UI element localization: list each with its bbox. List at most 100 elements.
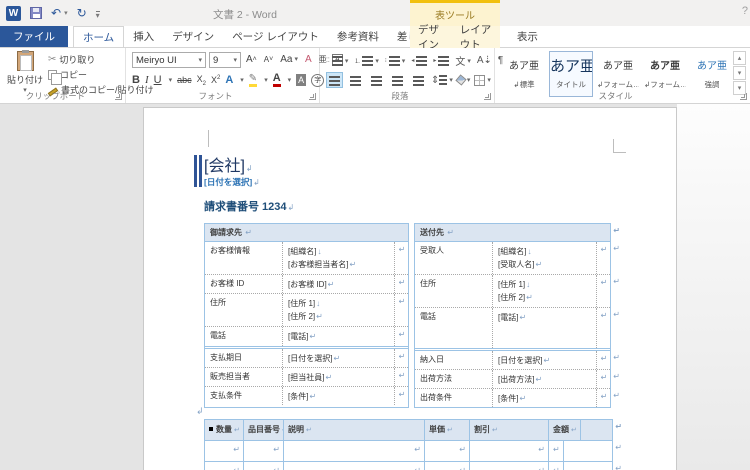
grow-font-button[interactable]: A˄ <box>244 53 259 67</box>
cell-end-mark: ↵ <box>526 293 533 302</box>
row-value[interactable]: [お客様 ID]↵ <box>283 275 395 293</box>
decrease-indent-button[interactable]: ◂ <box>411 56 427 66</box>
styles-dialog-launcher[interactable] <box>740 93 747 100</box>
items-cell[interactable]: ↵ <box>549 462 564 470</box>
font-color-button[interactable]: A <box>273 73 281 87</box>
row-value[interactable]: [組織名]↓[お客様担当者名]↵ <box>283 242 395 274</box>
undo-icon[interactable]: ↶ <box>51 6 61 20</box>
tab-view[interactable]: 表示 <box>508 26 547 47</box>
items-cell[interactable]: ↵ <box>284 441 425 461</box>
date-placeholder[interactable]: [日付を選択]↲ <box>204 176 260 188</box>
row-value[interactable]: [電話]↵ <box>493 308 597 348</box>
tab-table-layout[interactable]: レイアウト <box>452 26 500 48</box>
customize-qat-icon[interactable]: ▾ <box>96 11 100 19</box>
style-gallery-up-icon[interactable]: ▴ <box>733 51 746 65</box>
row-value[interactable]: [条件]↵ <box>493 389 597 407</box>
row-value[interactable]: [住所 1]↓[住所 2]↵ <box>283 294 395 326</box>
underline-button[interactable]: U <box>154 74 162 86</box>
font-size-combo[interactable]: 9▾ <box>209 52 241 68</box>
items-empty-row[interactable]: ↵↵↵↵↵↵↵ <box>205 461 612 470</box>
cell-end-mark: ↵ <box>309 392 316 401</box>
row-value[interactable]: [住所 1]↓[住所 2]↵ <box>493 275 597 307</box>
row-value[interactable]: [条件]↵ <box>283 387 395 405</box>
items-cell[interactable]: ↵ <box>284 462 425 470</box>
font-dialog-launcher[interactable] <box>309 93 316 100</box>
tab-home[interactable]: ホーム <box>73 26 124 47</box>
table-section-header: 送付先 ↵↵ <box>415 224 610 242</box>
subscript-button[interactable]: X2 <box>197 74 206 87</box>
align-center-button[interactable] <box>347 72 364 88</box>
paragraph-group-label: 段落 <box>320 90 480 102</box>
bill-to-table[interactable]: 御請求先 ↵お客様情報[組織名]↓[お客様担当者名]↵↵お客様 ID[お客様 I… <box>204 223 409 408</box>
items-cell[interactable]: ↵ <box>549 441 564 461</box>
distribute-button[interactable] <box>410 72 427 88</box>
change-case-button[interactable]: Aa▾ <box>278 53 300 67</box>
items-cell[interactable]: ↵ <box>425 441 470 461</box>
items-cell[interactable]: ↵ <box>205 441 244 461</box>
word-logo-icon[interactable]: W <box>6 6 21 21</box>
shading-button[interactable]: ▾ <box>457 76 471 84</box>
character-shading-button[interactable]: A <box>296 74 306 86</box>
row-value[interactable]: [日付を選択]↵ <box>283 349 395 367</box>
row-value[interactable]: [電話]↵ <box>283 327 395 346</box>
align-left-button[interactable] <box>326 72 343 88</box>
help-icon[interactable]: ? <box>742 5 748 17</box>
highlight-caret[interactable]: ▾ <box>264 76 268 84</box>
strikethrough-button[interactable]: abc <box>177 75 192 85</box>
align-right-button[interactable] <box>368 72 385 88</box>
table-section-top: お客様情報[組織名]↓[お客様担当者名]↵↵お客様 ID[お客様 ID]↵↵住所… <box>205 242 408 346</box>
line-spacing-button[interactable]: ⇕▾ <box>431 75 453 86</box>
increase-indent-button[interactable]: ▸ <box>433 56 449 66</box>
shrink-font-button[interactable]: A˅ <box>262 53 275 67</box>
undo-dropdown-caret[interactable]: ▾ <box>64 9 68 17</box>
asian-layout-button[interactable]: 文▾ <box>455 53 471 68</box>
tab-design[interactable]: デザイン <box>163 26 223 47</box>
ship-to-table[interactable]: 送付先 ↵↵受取人[組織名]↓[受取人名]↵↵↵住所[住所 1]↓[住所 2]↵… <box>414 223 611 408</box>
justify-button[interactable] <box>389 72 406 88</box>
document-title: 文書 2 - Word <box>170 7 320 22</box>
items-cell[interactable]: ↵ <box>244 441 284 461</box>
company-placeholder[interactable]: [会社]↲ <box>204 152 253 176</box>
borders-button[interactable]: ▾ <box>474 75 491 86</box>
tab-page-layout[interactable]: ページ レイアウト <box>223 26 328 47</box>
tab-references[interactable]: 参考資料 <box>328 26 388 47</box>
paragraph-dialog-launcher[interactable] <box>484 93 491 100</box>
tab-file[interactable]: ファイル <box>0 26 68 47</box>
items-cell[interactable]: ↵ <box>205 462 244 470</box>
tab-table-design[interactable]: デザイン <box>410 26 452 48</box>
items-table[interactable]: 数量↵品目番号↵説明↵単価↵割引↵金額↵↵↵↵↵↵↵↵↵↵↵↵↵↵↵↵ <box>204 419 613 470</box>
row-end-mark: ↵ <box>613 244 620 253</box>
multilevel-list-button[interactable]: ⁝▾ <box>385 56 405 66</box>
italic-button[interactable]: I <box>145 74 149 86</box>
highlight-button[interactable]: ✎ <box>249 74 257 87</box>
style-gallery-down-icon[interactable]: ▾ <box>733 66 746 80</box>
items-cell[interactable]: ↵ <box>425 462 470 470</box>
save-icon[interactable] <box>30 7 42 19</box>
tab-insert[interactable]: 挿入 <box>124 26 163 47</box>
row-value[interactable]: [組織名]↓[受取人名]↵ <box>493 242 597 274</box>
row-label: 住所 <box>205 294 283 326</box>
redo-icon[interactable]: ↻ <box>77 6 87 20</box>
row-value[interactable]: [担当社員]↵ <box>283 368 395 386</box>
row-value[interactable]: [出荷方法]↵ <box>493 370 597 388</box>
row-value[interactable]: [日付を選択]↵ <box>493 351 597 369</box>
numbering-button[interactable]: ⒈▾ <box>354 56 379 66</box>
clipboard-dialog-launcher[interactable] <box>115 93 122 100</box>
font-name-combo[interactable]: Meiryo UI▾ <box>132 52 206 68</box>
paste-button[interactable]: 貼り付け ▾ <box>5 51 45 93</box>
bullets-button[interactable]: ⁚⁚▾ <box>326 56 348 66</box>
underline-caret[interactable]: ▾ <box>169 76 173 84</box>
text-effects-caret[interactable]: ▾ <box>240 76 244 84</box>
font-color-caret[interactable]: ▾ <box>288 76 292 84</box>
sort-button[interactable]: A⇣ <box>477 55 492 66</box>
clear-formatting-button[interactable]: A <box>303 53 314 67</box>
items-empty-row[interactable]: ↵↵↵↵↵↵↵ <box>205 440 612 461</box>
text-effects-button[interactable]: A <box>225 74 233 86</box>
items-cell[interactable]: ↵ <box>470 441 549 461</box>
document-page[interactable]: [会社]↲ [日付を選択]↲ 請求書番号 1234↲ 御請求先 ↵お客様情報[組… <box>143 107 677 470</box>
superscript-button[interactable]: X2 <box>211 75 220 85</box>
items-cell[interactable]: ↵ <box>470 462 549 470</box>
cut-label: 切り取り <box>59 53 95 66</box>
bold-button[interactable]: B <box>132 74 140 86</box>
items-cell[interactable]: ↵ <box>244 462 284 470</box>
